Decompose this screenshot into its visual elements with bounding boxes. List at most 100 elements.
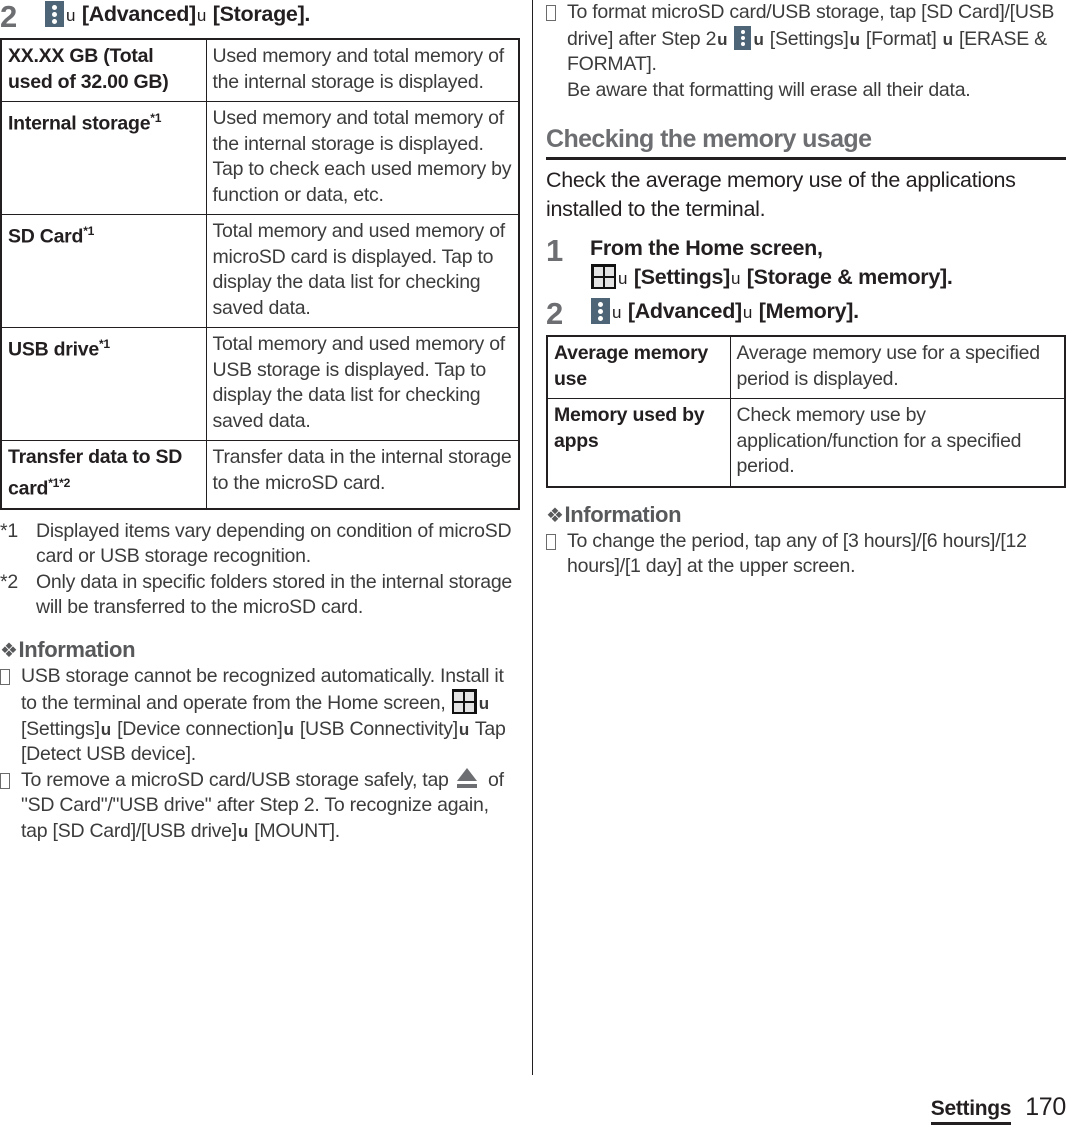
information-bullet: USB storage cannot be recognized automat… <box>0 664 520 768</box>
footnote-item: *1 Displayed items vary depending on con… <box>0 519 520 570</box>
bullet-seg-text: To remove a microSD card/USB storage saf… <box>21 768 454 791</box>
bullet-seg-text: [MOUNT]. <box>249 819 340 842</box>
step-target-advanced: [Advanced] <box>622 299 742 323</box>
information-bullet: To remove a microSD card/USB storage saf… <box>0 767 520 845</box>
arrow-glyph: u <box>458 719 470 739</box>
kebab-menu-icon[interactable] <box>734 25 752 50</box>
section-heading-rule <box>546 157 1066 160</box>
arrow-glyph: u <box>237 821 249 841</box>
bullet-seg-text: [Settings] <box>21 717 100 740</box>
footnote-mark: *1 <box>0 519 18 542</box>
page-footer: Settings 170 <box>930 1093 1066 1125</box>
step-number: 1 <box>546 233 563 268</box>
page-number: 170 <box>1025 1093 1066 1121</box>
section-heading: Checking the memory usage <box>546 125 872 153</box>
table-cell-key: XX.XX GB (Total used of 32.00 GB) <box>0 38 207 102</box>
table-row: XX.XX GB (Total used of 32.00 GB) Used m… <box>0 38 520 102</box>
bullet-seg-text: [USB Connectivity] <box>294 717 458 740</box>
table-cell-key: USB drive*1 <box>0 327 207 441</box>
arrow-glyph: u <box>717 29 728 49</box>
eject-icon[interactable] <box>454 767 480 790</box>
tofu-bullet-icon <box>0 664 21 768</box>
footnote-ref: *1 <box>83 224 95 238</box>
section-lead-text: Check the average memory use of the appl… <box>546 168 1016 221</box>
footnote-ref: *1 <box>98 337 110 351</box>
right-column: To format microSD card/USB storage, tap … <box>546 0 1066 580</box>
footer-section-label: Settings <box>930 1097 1011 1125</box>
table-row: USB drive*1 Total memory and used memory… <box>0 327 520 441</box>
step-target-memory: [Memory]. <box>753 299 859 323</box>
bullet-second-line: Be aware that formatting will erase all … <box>567 78 971 101</box>
step-2-left: 2 u [Advanced]u [Storage]. <box>0 0 520 34</box>
information-bullet-text: To remove a microSD card/USB storage saf… <box>21 767 520 845</box>
apps-grid-icon[interactable] <box>451 689 477 714</box>
table-cell-value: Used memory and total memory of the inte… <box>205 101 520 215</box>
footnote-ref: *1 <box>150 111 162 125</box>
left-column: 2 u [Advanced]u [Storage]. XX.XX GB (Tot… <box>0 0 520 844</box>
key-label: USB drive <box>8 338 99 361</box>
arrow-glyph: u <box>942 29 953 49</box>
table-cell-key: Memory used by apps <box>546 398 731 487</box>
apps-grid-icon[interactable] <box>591 264 616 289</box>
step-1-right: 1 From the Home screen, u [Settings]u [S… <box>546 234 1066 293</box>
arrow-glyph: u <box>283 719 294 739</box>
column-divider <box>532 0 533 1075</box>
arrow-glyph: u <box>618 269 628 288</box>
arrow-glyph: u <box>612 303 622 322</box>
table-row: SD Card*1 Total memory and used memory o… <box>0 214 520 328</box>
arrow-glyph: u <box>742 303 753 322</box>
bullet-seg-text: [Settings] <box>764 27 849 50</box>
table-cell-value: Check memory use by application/function… <box>729 398 1066 487</box>
information-bullet-text: To format microSD card/USB storage, tap … <box>567 0 1066 103</box>
bullet-seg-text: [Format] <box>860 27 942 50</box>
step-instruction: u [Advanced]u [Storage]. <box>44 0 520 30</box>
kebab-menu-icon[interactable] <box>591 298 610 324</box>
table-cell-value: Total memory and used memory of microSD … <box>205 214 520 328</box>
step-target-storage-memory: [Storage & memory]. <box>741 265 953 289</box>
footnote-ref: *1*2 <box>48 475 71 490</box>
footnote-mark: *2 <box>0 570 18 593</box>
arrow-glyph: u <box>478 694 489 713</box>
step-target-settings: [Settings] <box>628 265 730 289</box>
bullet-seg-text: [Device connection] <box>111 717 283 740</box>
table-cell-key: Internal storage*1 <box>0 101 207 215</box>
arrow-glyph: u <box>66 6 76 25</box>
flower-bullet-icon: ❖ <box>546 504 564 527</box>
tofu-bullet-icon <box>0 768 21 845</box>
table-row: Internal storage*1 Used memory and total… <box>0 101 520 215</box>
footnote-text: Only data in specific folders stored in … <box>36 570 513 619</box>
key-label: Internal storage <box>8 112 151 135</box>
footnote-item: *2 Only data in specific folders stored … <box>0 570 520 621</box>
bullet-seg-text: USB storage cannot be recognized automat… <box>21 664 504 715</box>
information-bullet-text: To change the period, tap any of [3 hour… <box>567 529 1027 578</box>
manual-page: 2 u [Advanced]u [Storage]. XX.XX GB (Tot… <box>0 0 1066 1133</box>
table-cell-key: Average memory use <box>546 335 731 399</box>
footnote-text: Displayed items vary depending on condit… <box>36 519 512 568</box>
information-heading-label: Information <box>564 501 682 527</box>
information-bullet: To change the period, tap any of [3 hour… <box>546 529 1066 580</box>
arrow-glyph: u <box>730 269 741 288</box>
arrow-glyph: u <box>196 6 207 25</box>
table-cell-value: Total memory and used memory of USB stor… <box>205 327 520 441</box>
arrow-glyph: u <box>753 29 764 49</box>
arrow-glyph: u <box>849 29 860 49</box>
table-cell-value: Transfer data in the internal storage to… <box>205 440 520 509</box>
step-lead-text: From the Home screen, <box>590 236 823 260</box>
step-number: 2 <box>0 0 17 34</box>
information-heading: ❖ Information <box>0 637 520 663</box>
information-bullet: To format microSD card/USB storage, tap … <box>546 0 1066 103</box>
table-row: Average memory use Average memory use fo… <box>546 335 1066 399</box>
key-label: SD Card <box>8 225 84 248</box>
step-target-storage: [Storage]. <box>212 2 311 26</box>
table-row: Memory used by apps Check memory use by … <box>546 398 1066 487</box>
information-bullet-text: USB storage cannot be recognized automat… <box>21 664 520 768</box>
key-label: Transfer data to SD card <box>8 446 183 499</box>
step-number: 2 <box>546 296 563 331</box>
footnote-list: *1 Displayed items vary depending on con… <box>0 519 520 621</box>
table-cell-key: SD Card*1 <box>0 214 207 328</box>
information-heading-label: Information <box>18 636 136 662</box>
kebab-menu-icon[interactable] <box>45 1 64 27</box>
step-target-advanced: [Advanced] <box>81 2 196 26</box>
memory-items-table: Average memory use Average memory use fo… <box>546 335 1066 488</box>
table-cell-value: Average memory use for a specified perio… <box>729 335 1066 399</box>
